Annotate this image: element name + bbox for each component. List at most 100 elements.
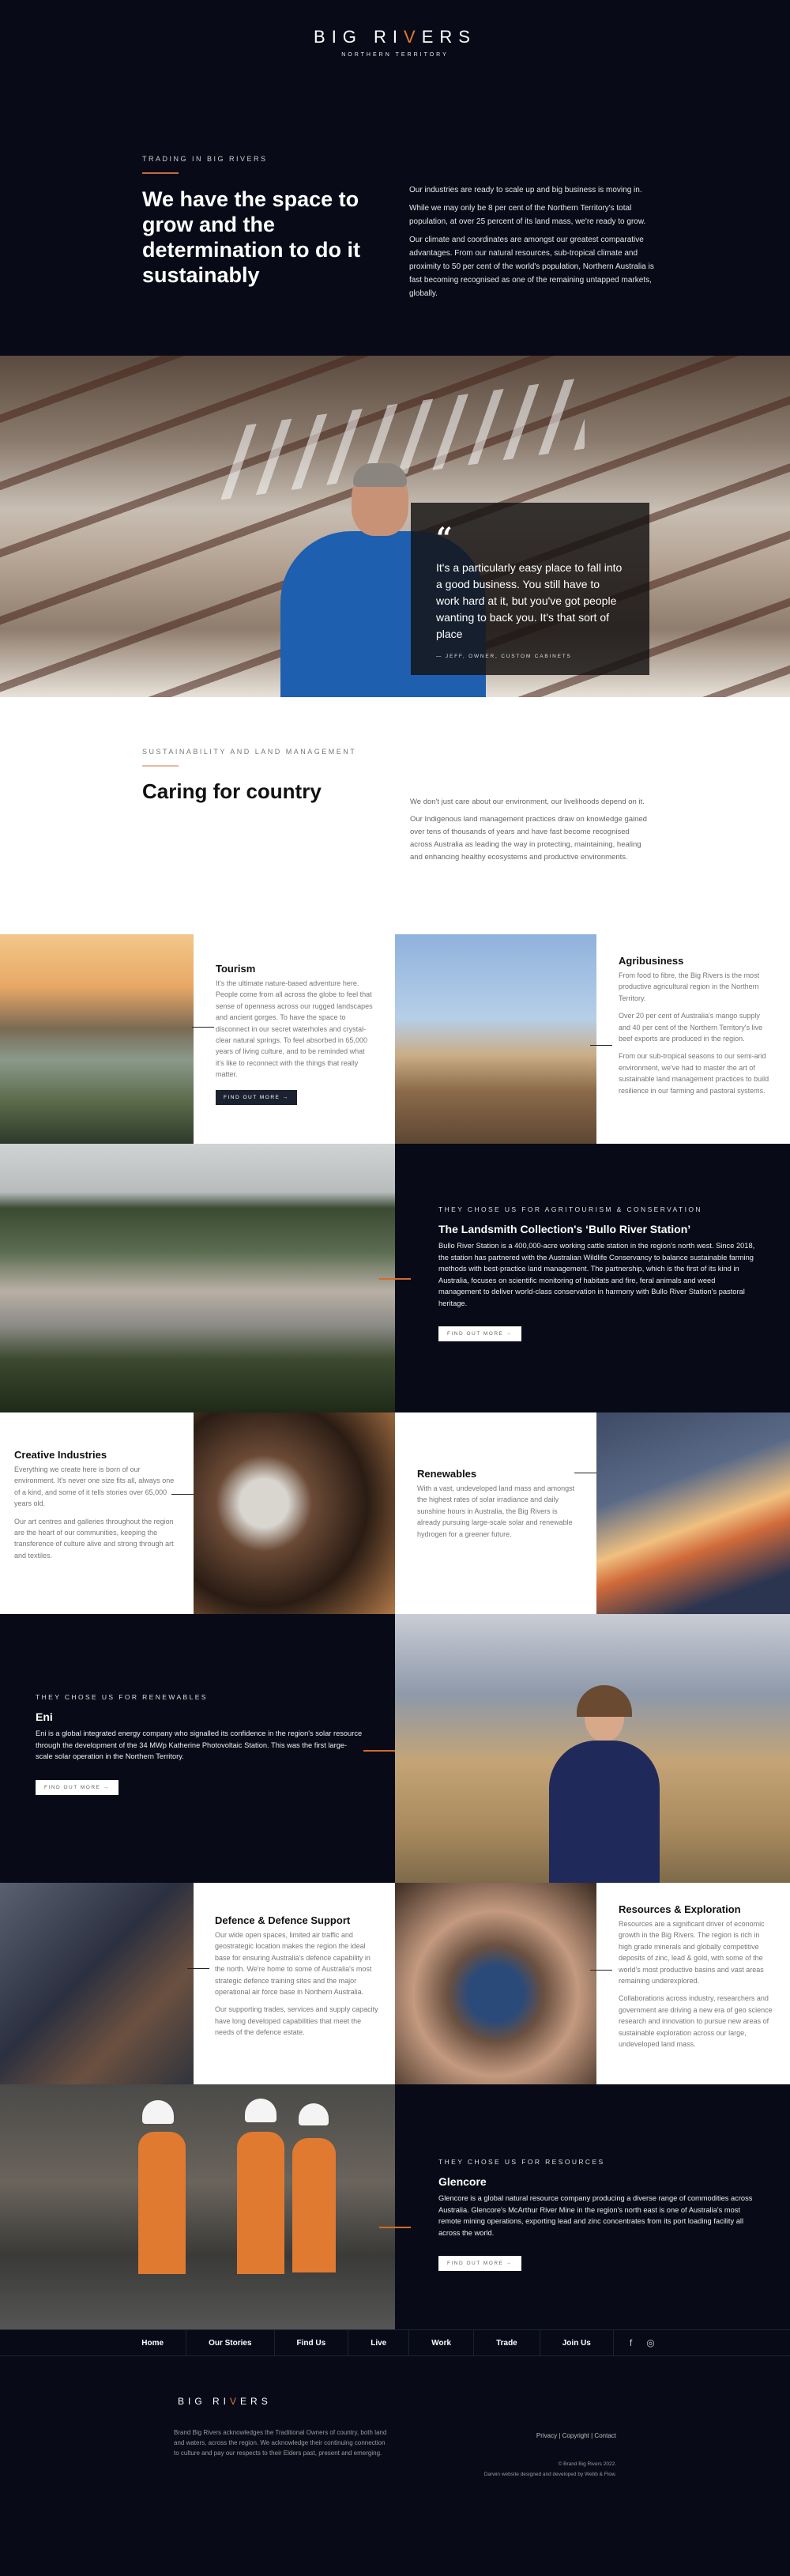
case-title: Glencore <box>438 2175 487 2188</box>
logo-text-end: ERS <box>421 27 476 47</box>
contact-link[interactable]: Contact <box>594 2432 616 2439</box>
eyebrow-rule <box>142 765 179 767</box>
connector-line <box>590 1045 612 1046</box>
sector-row: Tourism It's the ultimate nature-based a… <box>0 934 790 1144</box>
eni-worker-photo <box>395 1614 790 1883</box>
acknowledgement-text: Brand Big Rivers acknowledges the Tradit… <box>174 2429 387 2457</box>
instagram-icon[interactable]: ◎ <box>646 2337 654 2348</box>
resources-paragraph: Collaborations across industry, research… <box>619 1994 773 2049</box>
privacy-link[interactable]: Privacy <box>536 2432 557 2439</box>
case-title: Eni <box>36 1710 53 1723</box>
resources-title: Resources & Exploration <box>619 1903 741 1915</box>
nav-trade[interactable]: Trade <box>474 2330 540 2355</box>
eni-case-study: THEY CHOSE US FOR RENEWABLES Eni Eni is … <box>0 1614 395 1883</box>
nav-join-us[interactable]: Join Us <box>540 2330 614 2355</box>
case-row: THEY CHOSE US FOR RESOURCES Glencore Gle… <box>0 2084 790 2329</box>
glencore-case-study: THEY CHOSE US FOR RESOURCES Glencore Gle… <box>379 2084 790 2329</box>
bullo-find-out-more-button[interactable]: FIND OUT MORE → <box>438 1326 521 1341</box>
credit-text: Darwin website designed and developed by… <box>483 2472 616 2477</box>
eni-find-out-more-button[interactable]: FIND OUT MORE → <box>36 1779 118 1795</box>
quote-text: It's a particularly easy place to fall i… <box>436 561 623 640</box>
nav-find-us[interactable]: Find Us <box>275 2330 349 2355</box>
creative-paragraph: Everything we create here is born of our… <box>14 1465 175 1508</box>
footer-copyright: © Brand Big Rivers 2022. Darwin website … <box>484 2459 616 2480</box>
tourism-title: Tourism <box>216 963 256 975</box>
bullo-case-study: THEY CHOSE US FOR AGRITOURISM & CONSERVA… <box>379 1144 790 1412</box>
connector-line <box>187 1968 209 1969</box>
hero-eyebrow: TRADING IN BIG RIVERS <box>142 155 268 163</box>
caring-eyebrow: SUSTAINABILITY AND LAND MANAGEMENT <box>142 748 357 756</box>
site-logo[interactable]: BIG RIVERS NORTHERN TERRITORY <box>0 27 790 58</box>
glencore-find-out-more-button[interactable]: FIND OUT MORE → <box>438 2256 521 2271</box>
agribusiness-paragraph: From our sub-tropical seasons to our sem… <box>619 1052 769 1095</box>
connector-line <box>590 1970 612 1971</box>
logo-text: BIG RI <box>314 27 404 47</box>
nav-work[interactable]: Work <box>409 2330 475 2355</box>
caring-section: SUSTAINABILITY AND LAND MANAGEMENT Carin… <box>0 697 790 934</box>
glencore-miners-photo <box>0 2084 395 2329</box>
creative-paragraph: Our art centres and galleries throughout… <box>14 1517 174 1560</box>
case-title: The Landsmith Collection's ‘Bullo River … <box>438 1223 691 1235</box>
agribusiness-photo <box>395 934 596 1144</box>
defence-paragraph: Our wide open spaces, limited air traffi… <box>215 1931 372 1997</box>
case-eyebrow: THEY CHOSE US FOR RESOURCES <box>438 2158 605 2166</box>
resources-paragraph: Resources are a significant driver of ec… <box>619 1920 765 1986</box>
caring-paragraph: Our Indigenous land management practices… <box>410 815 647 862</box>
renewables-text: With a vast, undeveloped land mass and a… <box>417 1484 575 1538</box>
caring-paragraph: We don't just care about our environment… <box>410 798 645 806</box>
connector-line <box>379 1278 411 1280</box>
case-text: Glencore is a global natural resource co… <box>438 2194 753 2237</box>
copyright-text: © Brand Big Rivers 2022. <box>558 2461 616 2467</box>
nav-our-stories[interactable]: Our Stories <box>186 2330 275 2355</box>
agribusiness-title: Agribusiness <box>619 955 684 967</box>
resources-mineral-photo <box>395 1883 596 2084</box>
resources-card: Resources & Exploration Resources are a … <box>590 1883 790 2084</box>
footer: BIG RIVERS Brand Big Rivers acknowledges… <box>0 2356 790 2541</box>
nav-live[interactable]: Live <box>348 2330 410 2355</box>
case-row: THEY CHOSE US FOR AGRITOURISM & CONSERVA… <box>0 1144 790 1412</box>
case-eyebrow: THEY CHOSE US FOR RENEWABLES <box>36 1693 208 1701</box>
river-aerial-photo <box>0 1144 395 1412</box>
logo-tagline: NORTHERN TERRITORY <box>341 52 449 58</box>
quote-card: “ It's a particularly easy place to fall… <box>411 503 649 675</box>
defence-title: Defence & Defence Support <box>215 1914 351 1926</box>
hero-body: Our industries are ready to scale up and… <box>409 183 654 305</box>
facebook-icon[interactable]: f <box>630 2337 632 2348</box>
renewables-title: Renewables <box>417 1468 477 1480</box>
case-text: Eni is a global integrated energy compan… <box>36 1729 363 1760</box>
agribusiness-paragraph: Over 20 per cent of Australia's mango su… <box>619 1012 763 1043</box>
case-eyebrow: THEY CHOSE US FOR AGRITOURISM & CONSERVA… <box>438 1205 702 1213</box>
tourism-photo <box>0 934 194 1144</box>
creative-card: Creative Industries Everything we create… <box>0 1412 194 1614</box>
defence-card: Defence & Defence Support Our wide open … <box>187 1883 395 2084</box>
case-text: Bullo River Station is a 400,000-acre wo… <box>438 1242 755 1307</box>
creative-art-photo <box>194 1412 395 1614</box>
case-row: THEY CHOSE US FOR RENEWABLES Eni Eni is … <box>0 1614 790 1883</box>
logo-v-mark: V <box>404 27 422 47</box>
testimonial-section <box>0 356 790 697</box>
connector-line <box>363 1750 395 1752</box>
connector-line <box>171 1494 194 1495</box>
caring-title: Caring for country <box>142 779 322 803</box>
connector-line <box>192 1027 214 1028</box>
hero-paragraph: Our industries are ready to scale up and… <box>409 186 642 194</box>
footer-logo[interactable]: BIG RIVERS <box>178 2396 272 2407</box>
agribusiness-paragraph: From food to fibre, the Big Rivers is th… <box>619 971 760 1002</box>
tourism-find-out-more-button[interactable]: FIND OUT MORE → <box>216 1089 297 1105</box>
tourism-text: It's the ultimate nature-based adventure… <box>216 979 373 1079</box>
solar-panel-photo <box>596 1412 790 1614</box>
hero-paragraph: Our climate and coordinates are amongst … <box>409 236 654 298</box>
eyebrow-rule <box>142 172 179 174</box>
creative-title: Creative Industries <box>14 1449 107 1461</box>
defence-workers-photo <box>0 1883 194 2084</box>
connector-line <box>379 2227 411 2228</box>
nav-home[interactable]: Home <box>119 2330 187 2355</box>
footer-links: Privacy | Copyright | Contact <box>536 2432 616 2439</box>
hero-section: BIG RIVERS NORTHERN TERRITORY TRADING IN… <box>0 0 790 397</box>
sector-row: Creative Industries Everything we create… <box>0 1412 790 1614</box>
copyright-link[interactable]: Copyright <box>562 2432 589 2439</box>
defence-paragraph: Our supporting trades, services and supp… <box>215 2005 378 2037</box>
quote-mark-icon: “ <box>436 522 453 555</box>
sector-row: Defence & Defence Support Our wide open … <box>0 1883 790 2084</box>
hero-paragraph: While we may only be 8 per cent of the N… <box>409 204 646 226</box>
